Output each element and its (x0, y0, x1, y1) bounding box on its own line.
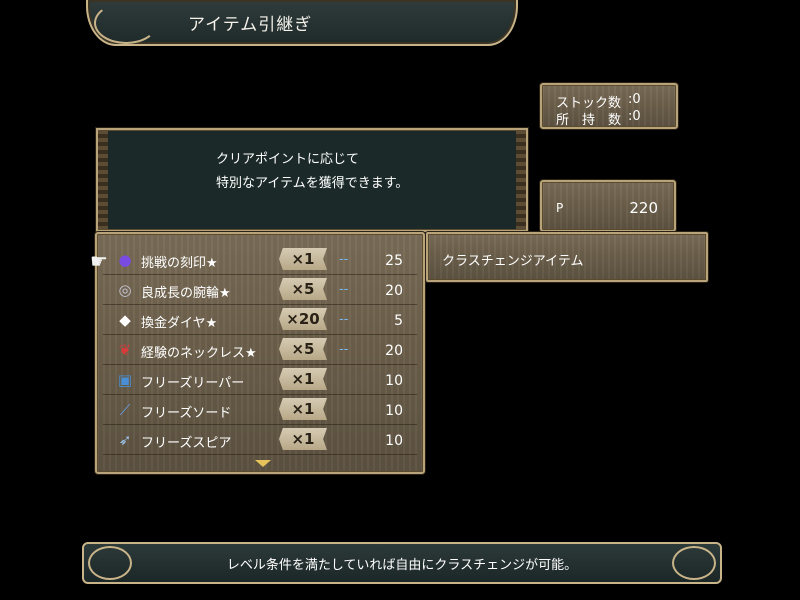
item-quantity: ×1 (279, 428, 327, 450)
item-quantity: ×5 (279, 278, 327, 300)
stock-value: :0 (628, 92, 641, 107)
item-name: 良成長の腕輪★ (141, 286, 231, 301)
left-pillar-ornament (98, 130, 108, 230)
item-cost: 5 (394, 313, 403, 329)
item-stock-dash: -- (339, 282, 349, 297)
item-name: 挑戦の刻印★ (141, 256, 218, 271)
item-stock-dash: -- (339, 342, 349, 357)
item-cost: 25 (385, 253, 403, 269)
item-name: 換金ダイヤ★ (141, 316, 218, 331)
list-item[interactable]: ◆ 換金ダイヤ★ ×20 -- 5 (103, 306, 417, 335)
right-pillar-ornament (516, 130, 526, 230)
screen-title: アイテム引継ぎ (188, 15, 313, 35)
item-cost: 20 (385, 283, 403, 299)
item-cost: 10 (385, 433, 403, 449)
necklace-icon: ❦ (118, 341, 132, 359)
item-quantity: ×1 (279, 398, 327, 420)
item-stock-dash: -- (339, 252, 349, 267)
diamond-icon: ◆ (119, 311, 131, 329)
list-item[interactable]: ▣ フリーズリーパー ×1 10 (103, 366, 417, 395)
points-value: 220 (629, 199, 658, 217)
item-stock-dash: -- (339, 312, 349, 327)
list-item[interactable]: ❦ 経験のネックレス★ ×5 -- 20 (103, 336, 417, 365)
ornament-swirl (94, 2, 158, 44)
description-line-2: 特別なアイテムを獲得できます。 (216, 176, 409, 191)
help-message-bar: レベル条件を満たしていれば自由にクラスチェンジが可能。 (82, 542, 722, 584)
item-cost: 10 (385, 373, 403, 389)
spear-icon: ➶ (118, 431, 132, 449)
item-name: フリーズスピア (141, 436, 232, 451)
list-item[interactable]: ⟋ フリーズソード ×1 10 (103, 396, 417, 425)
item-cost: 20 (385, 343, 403, 359)
item-name: 経験のネックレス★ (141, 346, 257, 361)
list-item[interactable]: ◎ 良成長の腕輪★ ×5 -- 20 (103, 276, 417, 305)
description-line-1: クリアポイントに応じて (216, 152, 360, 167)
item-quantity: ×1 (279, 248, 327, 270)
points-label: P (556, 201, 564, 215)
sword-icon: ⟋ (119, 401, 131, 419)
purple-orb-icon: ● (118, 251, 132, 269)
category-panel: クラスチェンジアイテム (426, 232, 708, 282)
item-name: フリーズソード (141, 406, 232, 421)
stock-panel: ストック数 :0 所 持 数 :0 (540, 83, 678, 129)
title-banner: アイテム引継ぎ (86, 0, 518, 46)
item-quantity: ×5 (279, 338, 327, 360)
book-icon: ▣ (117, 371, 133, 389)
list-item[interactable]: ● 挑戦の刻印★ ×1 -- 25 (103, 246, 417, 275)
item-name: フリーズリーパー (141, 376, 245, 391)
category-label: クラスチェンジアイテム (442, 254, 584, 269)
item-quantity: ×1 (279, 368, 327, 390)
pointing-hand-cursor-icon: ☛ (90, 249, 108, 273)
list-item[interactable]: ➶ フリーズスピア ×1 10 (103, 426, 417, 455)
held-count-row: 所 持 数 :0 (556, 109, 641, 128)
bracelet-icon: ◎ (118, 281, 132, 299)
points-panel: P 220 (540, 180, 676, 232)
scroll-down-arrow-icon[interactable] (255, 460, 271, 467)
item-cost: 10 (385, 403, 403, 419)
item-quantity: ×20 (279, 308, 327, 330)
held-value: :0 (628, 109, 641, 124)
help-text: レベル条件を満たしていれば自由にクラスチェンジが可能。 (226, 558, 578, 573)
held-label: 所 持 数 (556, 113, 622, 128)
item-list: ● 挑戦の刻印★ ×1 -- 25 ◎ 良成長の腕輪★ ×5 -- 20 ◆ 換… (95, 232, 425, 474)
description-panel: クリアポイントに応じて 特別なアイテムを獲得できます。 (96, 128, 528, 232)
